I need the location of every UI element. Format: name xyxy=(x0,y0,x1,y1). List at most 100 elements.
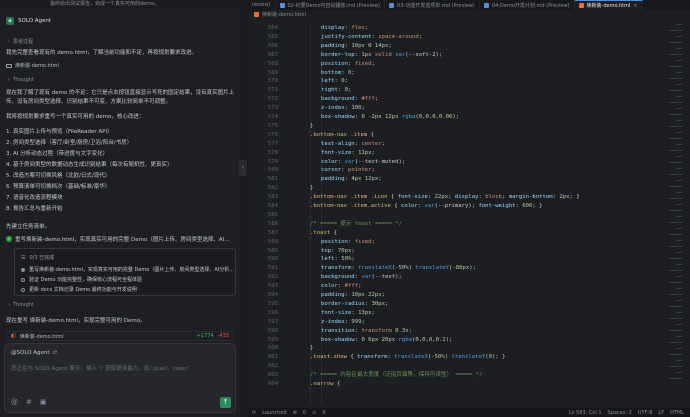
tab-1[interactable]: 02-纪要Demo可自动播放.md (Preview) xyxy=(276,0,386,10)
collapse-panel-button[interactable]: ‹ xyxy=(239,160,247,176)
line-number: 596 xyxy=(267,309,278,316)
line-number: 602 xyxy=(267,363,278,370)
code-area[interactable]: 564 display: flex; 565 justify-content: spa… xyxy=(248,24,690,409)
tab-2[interactable]: 03-功能开发选项单.md (Preview) xyxy=(385,0,480,10)
feature-item: 8. 报告汇总与重新开始 xyxy=(6,206,63,212)
minimap-line xyxy=(676,36,682,37)
tab-label: 04-Demo开发计划.md (Preview) xyxy=(491,2,570,9)
line-number: 570 xyxy=(267,78,278,85)
code-text: transition: transform 0.3s; xyxy=(321,327,412,334)
pending-icon xyxy=(21,277,25,282)
minimap-line xyxy=(669,66,682,67)
hash-icon[interactable]: # xyxy=(26,398,32,406)
image-icon[interactable]: ▣ xyxy=(40,398,47,406)
minimap-line xyxy=(669,366,682,367)
warning-count[interactable]: 0 xyxy=(322,410,325,416)
thought-toggle-3[interactable]: › Thought xyxy=(8,302,34,308)
minimap-line xyxy=(669,186,682,187)
code-line: 585 xyxy=(248,211,690,220)
code-text: .toast.show { transform: translateX(-50%… xyxy=(310,354,506,361)
minimap-line xyxy=(669,258,682,259)
status-item[interactable]: UTF-8 xyxy=(638,410,653,416)
editor-tabs: review) 02-纪要Demo可自动播放.md (Preview) 03-功能开… xyxy=(248,0,690,10)
minimap-line xyxy=(676,192,682,193)
status-item[interactable]: Spaces: 2 xyxy=(608,410,632,416)
status-item[interactable]: LF xyxy=(658,410,664,416)
intro-text: 我先完整查看现有的 demo.html，了解当前功能和不足，再按规划要求改进。 xyxy=(6,50,198,56)
line-number: 581 xyxy=(267,176,278,183)
file-chip-demo[interactable]: 焕新装-demo.html xyxy=(6,62,59,69)
close-icon[interactable]: × xyxy=(633,3,637,9)
agent-avatar-icon: ◆ xyxy=(6,17,14,25)
code-text: background: #fff; xyxy=(321,96,379,103)
code-text: z-index: 100; xyxy=(321,105,365,112)
markdown-file-icon xyxy=(279,2,285,8)
code-text: top: 70px; xyxy=(321,247,355,254)
line-number: 598 xyxy=(267,327,278,334)
input-toolbar: @ # ▣ xyxy=(11,398,47,406)
chat-input-box[interactable]: @SOLO Agent ⇄ 您正在与 SOLO Agent 聊天。输入 '/' … xyxy=(4,343,236,413)
tab-3[interactable]: 04-Demo开发计划.md (Preview) xyxy=(480,0,575,10)
code-text: font-size: 13px; xyxy=(321,309,375,316)
chat-input-field[interactable]: 您正在与 SOLO Agent 聊天。输入 '/' 获取更多能力，如 '/pla… xyxy=(11,364,189,372)
tab-0[interactable]: review) xyxy=(248,0,276,10)
line-number: 564 xyxy=(267,25,278,31)
code-line: 602 xyxy=(248,362,690,371)
line-number: 593 xyxy=(267,283,278,290)
todo-header[interactable]: ☰ 0/3 已完成 xyxy=(21,254,54,262)
swap-icon[interactable]: ⇄ xyxy=(53,350,58,356)
feature-item: 6. 预算清单可切换档次（基础/标准/豪华） xyxy=(6,184,111,190)
minimap-line xyxy=(676,324,682,325)
code-line: 574 box-shadow: 0 -2px 12px rgba(0,0,0,0.… xyxy=(248,113,690,122)
status-item[interactable]: Ln 583, Col 1 xyxy=(569,410,602,416)
line-number: 589 xyxy=(267,247,278,254)
launch-status[interactable]: Launched xyxy=(262,410,286,416)
minimap-line xyxy=(676,312,682,313)
minimap-line xyxy=(676,264,682,265)
thought-toggle-1[interactable]: › 思考过程 xyxy=(8,38,33,46)
code-line: 586 /* ===== 提示 toast ===== */ xyxy=(248,220,690,229)
minimap-line xyxy=(669,30,682,31)
check-circle-icon: ✓ xyxy=(6,236,12,242)
code-text: padding: 10px 22px; xyxy=(321,292,386,298)
code-line: 599 box-shadow: 0 6px 20px rgba(0,0,0,0.2… xyxy=(248,336,690,345)
code-line: 576 .bottom-nav .item { xyxy=(248,131,690,140)
code-line: 593 color: #fff; xyxy=(248,282,690,291)
at-icon[interactable]: @ xyxy=(11,398,18,406)
minimap-line xyxy=(676,60,682,61)
todo-list: ☰ 0/3 已完成 重写焕新装-demo.html，实现真实可用的完整 Demo… xyxy=(14,248,236,296)
todo-item: 更新 docs 文档记录 Demo 最终功能与开发说明 xyxy=(21,286,137,293)
diff-added-count: +1774 xyxy=(196,333,214,339)
code-text: border-radius: 30px; xyxy=(321,300,389,307)
sync-icon[interactable]: ⟳ xyxy=(252,410,256,416)
thought-toggle-2[interactable]: › Thought xyxy=(8,77,34,83)
feature-item: 2. 房间类型选择（客厅/卧室/厨房/卫浴/阳台/书房） xyxy=(6,140,133,146)
send-button[interactable]: ↑ xyxy=(220,397,231,408)
agent-header: ◆ SOLO Agent xyxy=(6,16,51,26)
minimap-line xyxy=(669,270,682,271)
status-item[interactable]: HTML xyxy=(670,410,684,416)
agent-mention[interactable]: @SOLO Agent ⇄ xyxy=(11,350,57,356)
code-text: .bottom-nav .item .icon { font-size: 22p… xyxy=(310,194,580,201)
code-text: padding: 10px 0 14px; xyxy=(321,42,392,49)
file-diff-row[interactable]: ◧ 焕新装-demo.html +1774 -433 xyxy=(6,331,234,341)
error-count[interactable]: 0 xyxy=(303,410,306,416)
feature-item: 4. 基于房间类型的数据动态生成识别结果（每次有随机性、更真实） xyxy=(6,162,173,168)
minimap-line xyxy=(676,348,682,349)
minimap-line xyxy=(669,342,682,343)
minimap[interactable] xyxy=(662,24,684,404)
feature-item: 3. AI 分析动态过程（带进度与文字变化） xyxy=(6,151,109,157)
minimap-line xyxy=(676,216,682,217)
code-text: padding: 4px 12px; xyxy=(321,176,382,183)
code-text: } xyxy=(310,185,314,192)
minimap-line xyxy=(669,150,682,151)
code-line: 568 position: fixed; xyxy=(248,60,690,69)
minimap-line xyxy=(676,120,682,121)
line-number: 576 xyxy=(267,131,278,138)
code-text: left: 50%; xyxy=(321,256,355,263)
html-file-icon xyxy=(254,12,259,17)
code-line: 590 left: 50%; xyxy=(248,255,690,264)
line-number: 585 xyxy=(267,211,278,218)
tab-4[interactable]: 焕新装-demo.html × xyxy=(574,0,643,10)
minimap-line xyxy=(669,294,682,295)
